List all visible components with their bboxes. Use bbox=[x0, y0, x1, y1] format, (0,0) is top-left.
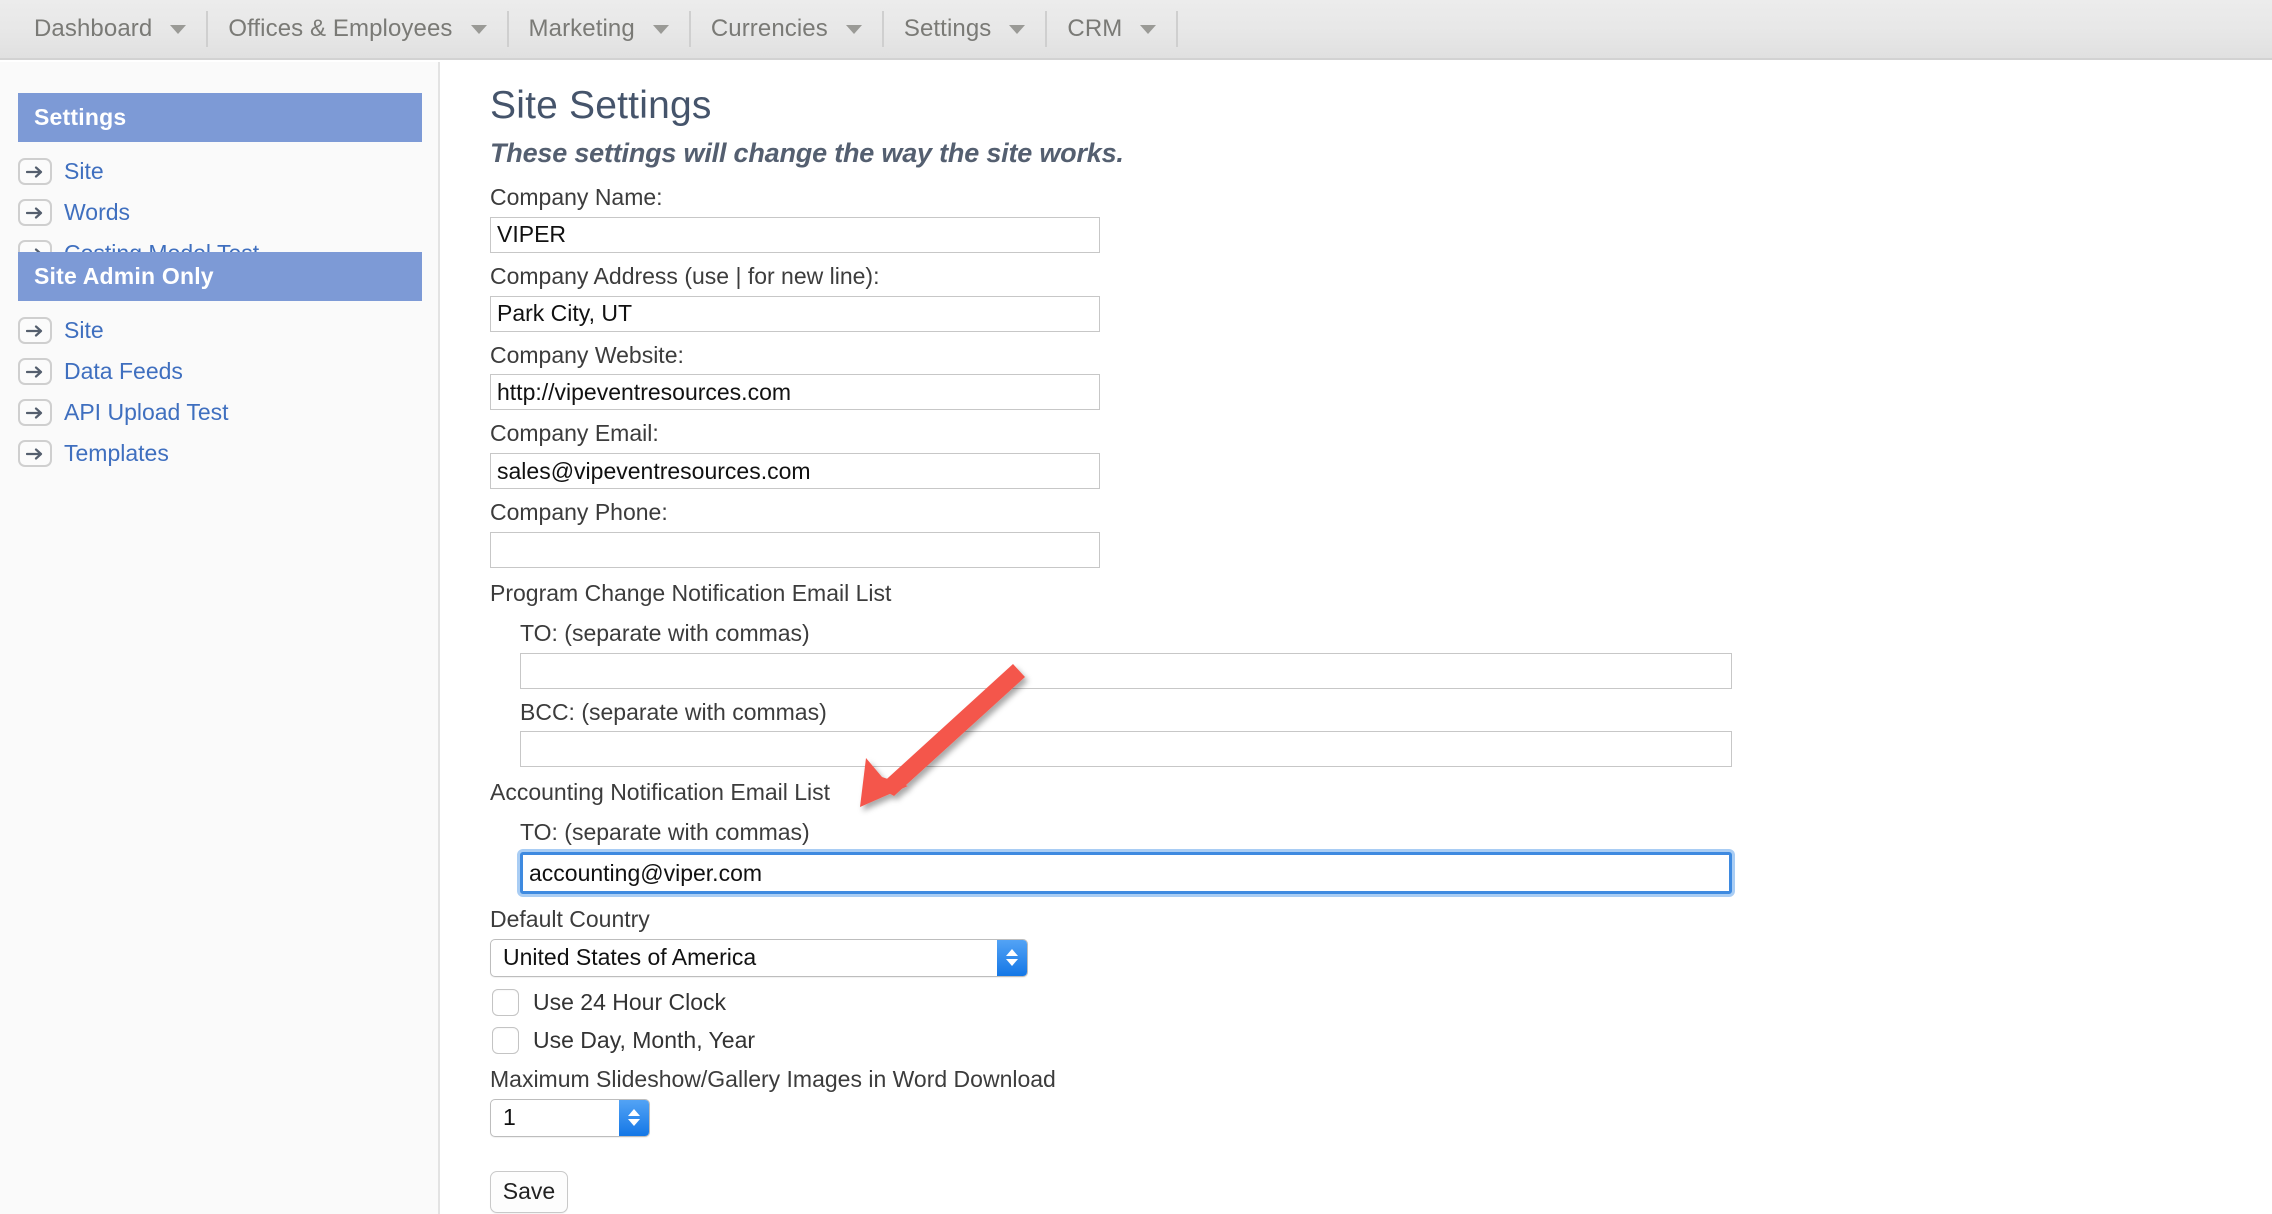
chevron-up-icon bbox=[1006, 949, 1018, 956]
sidebar-section-header: Settings bbox=[18, 93, 422, 142]
sidebar: Settings Site Words Costing Model Test S… bbox=[0, 62, 440, 1214]
use-day-month-year-label: Use Day, Month, Year bbox=[533, 1027, 755, 1054]
sidebar-item-label: Site bbox=[64, 317, 104, 344]
sidebar-item-data-feeds[interactable]: Data Feeds bbox=[0, 351, 440, 392]
top-navigation-bar: Dashboard Offices & Employees Marketing … bbox=[0, 0, 2272, 60]
nav-separator bbox=[1176, 11, 1178, 47]
chevron-down-icon bbox=[628, 1119, 640, 1126]
stepper-updown-icon[interactable] bbox=[619, 1100, 649, 1136]
sidebar-item-words[interactable]: Words bbox=[0, 192, 440, 233]
chevron-down-icon bbox=[471, 25, 487, 34]
nav-item-marketing[interactable]: Marketing bbox=[509, 0, 689, 58]
use-24-hour-clock-row[interactable]: Use 24 Hour Clock bbox=[492, 989, 2272, 1016]
chevron-down-icon bbox=[653, 25, 669, 34]
nav-item-offices-employees[interactable]: Offices & Employees bbox=[208, 0, 506, 58]
program-change-bcc-input[interactable] bbox=[520, 731, 1732, 767]
company-email-label: Company Email: bbox=[490, 419, 2272, 448]
use-day-month-year-row[interactable]: Use Day, Month, Year bbox=[492, 1027, 2272, 1054]
sidebar-item-label: Site bbox=[64, 158, 104, 185]
program-change-group-label: Program Change Notification Email List bbox=[490, 580, 2272, 607]
stepper-updown-icon[interactable] bbox=[997, 940, 1027, 976]
arrow-right-icon bbox=[18, 440, 52, 467]
sidebar-item-label: Data Feeds bbox=[64, 358, 183, 385]
chevron-down-icon bbox=[846, 25, 862, 34]
nav-item-label: Dashboard bbox=[34, 15, 152, 43]
use-24-hour-clock-checkbox[interactable] bbox=[492, 989, 519, 1016]
arrow-right-icon bbox=[18, 158, 52, 185]
save-button[interactable]: Save bbox=[490, 1171, 568, 1213]
nav-item-label: Currencies bbox=[711, 15, 828, 43]
company-name-label: Company Name: bbox=[490, 183, 2272, 212]
page-subtitle: These settings will change the way the s… bbox=[490, 138, 2272, 169]
nav-item-label: Settings bbox=[904, 15, 992, 43]
chevron-down-icon bbox=[1140, 25, 1156, 34]
nav-item-dashboard[interactable]: Dashboard bbox=[14, 0, 206, 58]
sidebar-section-header: Site Admin Only bbox=[18, 252, 422, 301]
nav-item-label: Marketing bbox=[529, 15, 635, 43]
company-phone-label: Company Phone: bbox=[490, 498, 2272, 527]
sidebar-item-label: API Upload Test bbox=[64, 399, 229, 426]
program-change-to-input[interactable] bbox=[520, 653, 1732, 689]
accounting-group-label: Accounting Notification Email List bbox=[490, 779, 2272, 806]
chevron-down-icon bbox=[1009, 25, 1025, 34]
company-website-input[interactable] bbox=[490, 374, 1100, 410]
sidebar-section-site-admin-only: Site Admin Only Site Data Feeds API Uplo… bbox=[0, 252, 440, 474]
max-images-label: Maximum Slideshow/Gallery Images in Word… bbox=[490, 1065, 2272, 1094]
nav-item-currencies[interactable]: Currencies bbox=[691, 0, 882, 58]
company-phone-input[interactable] bbox=[490, 532, 1100, 568]
company-email-input[interactable] bbox=[490, 453, 1100, 489]
sidebar-item-api-upload-test[interactable]: API Upload Test bbox=[0, 392, 440, 433]
nav-item-label: CRM bbox=[1067, 15, 1122, 43]
arrow-right-icon bbox=[18, 199, 52, 226]
default-country-label: Default Country bbox=[490, 905, 2272, 934]
sidebar-item-label: Templates bbox=[64, 440, 169, 467]
accounting-to-label: TO: (separate with commas) bbox=[520, 818, 2272, 847]
sidebar-section-settings: Settings Site Words Costing Model Test bbox=[0, 93, 440, 274]
sidebar-item-label: Words bbox=[64, 199, 130, 226]
company-address-label: Company Address (use | for new line): bbox=[490, 262, 2272, 291]
use-24-hour-clock-label: Use 24 Hour Clock bbox=[533, 989, 726, 1016]
company-address-input[interactable] bbox=[490, 296, 1100, 332]
arrow-right-icon bbox=[18, 399, 52, 426]
sidebar-item-admin-site[interactable]: Site bbox=[0, 310, 440, 351]
nav-item-crm[interactable]: CRM bbox=[1047, 0, 1176, 58]
max-images-select[interactable]: 1 bbox=[490, 1099, 650, 1137]
sidebar-item-templates[interactable]: Templates bbox=[0, 433, 440, 474]
use-day-month-year-checkbox[interactable] bbox=[492, 1027, 519, 1054]
default-country-select-value: United States of America bbox=[490, 939, 1028, 977]
main-content: Site Settings These settings will change… bbox=[442, 62, 2272, 1214]
arrow-right-icon bbox=[18, 358, 52, 385]
arrow-right-icon bbox=[18, 317, 52, 344]
chevron-down-icon bbox=[170, 25, 186, 34]
nav-item-label: Offices & Employees bbox=[228, 15, 452, 43]
program-change-to-label: TO: (separate with commas) bbox=[520, 619, 2272, 648]
company-name-input[interactable] bbox=[490, 217, 1100, 253]
default-country-select[interactable]: United States of America bbox=[490, 939, 1028, 977]
sidebar-item-site[interactable]: Site bbox=[0, 151, 440, 192]
nav-item-settings[interactable]: Settings bbox=[884, 0, 1046, 58]
page-title: Site Settings bbox=[490, 84, 2272, 128]
accounting-to-input[interactable] bbox=[520, 852, 1732, 894]
program-change-bcc-label: BCC: (separate with commas) bbox=[520, 698, 2272, 727]
chevron-up-icon bbox=[628, 1109, 640, 1116]
company-website-label: Company Website: bbox=[490, 341, 2272, 370]
chevron-down-icon bbox=[1006, 959, 1018, 966]
